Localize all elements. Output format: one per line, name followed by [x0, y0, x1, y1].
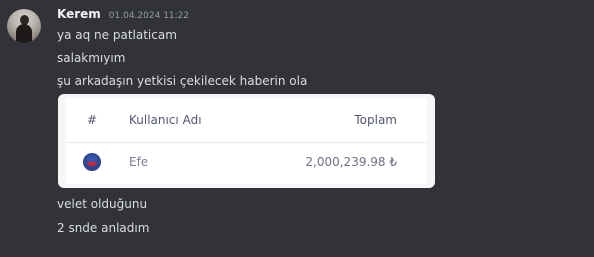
username[interactable]: Kerem [57, 7, 101, 21]
message-line: şu arkadaşın yetkisi çekilecek haberin o… [57, 74, 308, 88]
table-row: Efe 2,000,239.98 ₺ [66, 143, 427, 184]
row-username: Efe [129, 155, 149, 169]
message-timestamp: 01.04.2024 11:22 [108, 11, 190, 21]
message-line: 2 snde anladım [57, 221, 150, 235]
row-total: 2,000,239.98 ₺ [305, 155, 397, 169]
avatar-figure-body [16, 24, 32, 43]
image-attachment[interactable]: # Kullanıcı Adı Toplam Efe 2,000,239.98 … [58, 94, 435, 188]
user-avatar[interactable] [7, 9, 41, 43]
message-line: ya aq ne patlaticam [57, 28, 177, 42]
chat-message: Kerem 01.04.2024 11:22 ya aq ne patlatic… [0, 0, 594, 257]
message-line: salakmıyım [57, 51, 126, 65]
leaderboard-table: # Kullanıcı Adı Toplam Efe 2,000,239.98 … [66, 98, 427, 184]
avatar-mouth [87, 162, 97, 166]
column-header-username: Kullanıcı Adı [129, 113, 202, 127]
table-header: # Kullanıcı Adı Toplam [66, 98, 427, 143]
blue-monster-avatar-icon [83, 153, 101, 171]
message-line: velet olduğunu [57, 197, 148, 211]
column-header-total: Toplam [354, 113, 397, 127]
message-header: Kerem 01.04.2024 11:22 [57, 7, 189, 25]
column-header-number: # [87, 113, 98, 127]
